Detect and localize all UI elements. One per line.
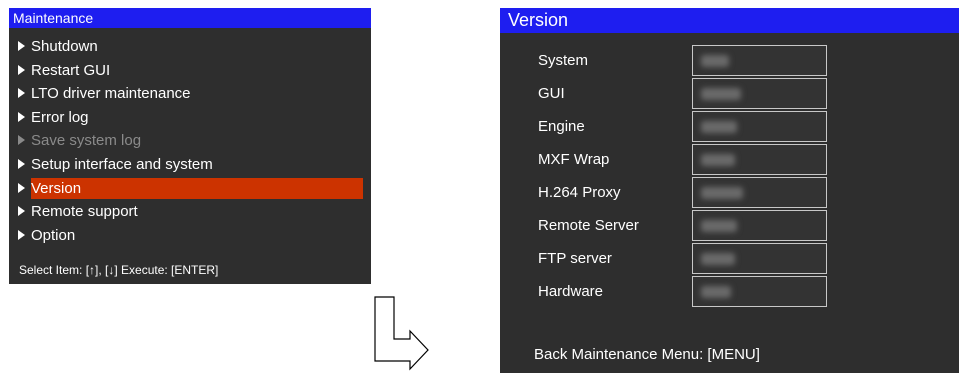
- menu-item-label: Restart GUI: [31, 61, 111, 79]
- version-label: Engine: [538, 118, 585, 135]
- menu-item-restart-gui[interactable]: Restart GUI: [9, 59, 371, 83]
- menu-item-label: Shutdown: [31, 38, 98, 55]
- version-label: GUI: [538, 85, 565, 102]
- version-row-gui: GUI: [538, 78, 958, 109]
- version-row-ftp-server: FTP server: [538, 243, 958, 274]
- version-value-field: [692, 177, 827, 208]
- redacted-value: [701, 154, 735, 166]
- version-value-field: [692, 276, 827, 307]
- triangle-right-icon: [18, 158, 25, 169]
- maintenance-title: Maintenance: [9, 8, 371, 28]
- redacted-value: [701, 88, 741, 100]
- version-value-field: [692, 144, 827, 175]
- version-value-field: [692, 111, 827, 142]
- triangle-right-icon: [18, 111, 25, 122]
- menu-item-label: Option: [31, 226, 76, 244]
- triangle-right-icon: [18, 135, 25, 146]
- menu-item-label: Setup interface and system: [31, 155, 213, 173]
- menu-item-label: Version: [31, 179, 82, 197]
- version-row-mxf-wrap: MXF Wrap: [538, 144, 958, 175]
- redacted-value: [701, 187, 743, 199]
- version-value-field: [692, 45, 827, 76]
- menu-item-save-system-log: Save system log: [9, 129, 371, 153]
- version-label: System: [538, 52, 589, 69]
- maintenance-panel: Maintenance Shutdown Restart GUI LTO dri…: [9, 8, 371, 284]
- version-title: Version: [500, 8, 959, 33]
- menu-item-remote-support[interactable]: Remote support: [9, 200, 371, 224]
- version-row-remote-server: Remote Server: [538, 210, 958, 241]
- triangle-right-icon: [18, 88, 25, 99]
- version-label: Hardware: [538, 283, 604, 300]
- triangle-right-icon: [18, 229, 25, 240]
- arrow-down-right-icon: [374, 296, 429, 371]
- triangle-right-icon: [18, 41, 25, 51]
- menu-item-label: Error log: [31, 108, 89, 126]
- key-hint: Select Item: [↑], [↓] Execute: [ENTER]: [19, 263, 219, 277]
- menu-item-version[interactable]: Version: [9, 177, 371, 201]
- version-label: MXF Wrap: [538, 151, 610, 168]
- redacted-value: [701, 220, 737, 232]
- redacted-value: [701, 286, 731, 298]
- redacted-value: [701, 55, 729, 67]
- version-label: FTP server: [538, 250, 612, 267]
- menu-item-option[interactable]: Option: [9, 224, 371, 248]
- menu-item-label: Remote support: [31, 203, 138, 221]
- version-value-field: [692, 210, 827, 241]
- redacted-value: [701, 121, 737, 133]
- menu-item-lto-driver-maintenance[interactable]: LTO driver maintenance: [9, 82, 371, 106]
- menu-item-label: Save system log: [31, 132, 142, 150]
- redacted-value: [701, 253, 735, 265]
- version-panel: Version System GUI Engine MXF Wrap H.264…: [500, 8, 959, 373]
- version-label: Remote Server: [538, 217, 639, 234]
- version-row-hardware: Hardware: [538, 276, 958, 307]
- menu-item-shutdown[interactable]: Shutdown: [9, 35, 371, 59]
- version-row-engine: Engine: [538, 111, 958, 142]
- triangle-right-icon: [18, 206, 25, 217]
- back-menu-hint: Back Maintenance Menu: [MENU]: [534, 346, 760, 363]
- triangle-right-icon: [18, 64, 25, 75]
- triangle-right-icon: [18, 182, 25, 193]
- version-value-field: [692, 243, 827, 274]
- menu-item-setup-interface[interactable]: Setup interface and system: [9, 153, 371, 177]
- maintenance-menu: Shutdown Restart GUI LTO driver maintena…: [9, 35, 371, 247]
- version-value-field: [692, 78, 827, 109]
- version-row-system: System: [538, 45, 958, 76]
- version-label: H.264 Proxy: [538, 184, 621, 201]
- menu-item-label: LTO driver maintenance: [31, 85, 191, 103]
- menu-item-error-log[interactable]: Error log: [9, 106, 371, 130]
- version-row-h264-proxy: H.264 Proxy: [538, 177, 958, 208]
